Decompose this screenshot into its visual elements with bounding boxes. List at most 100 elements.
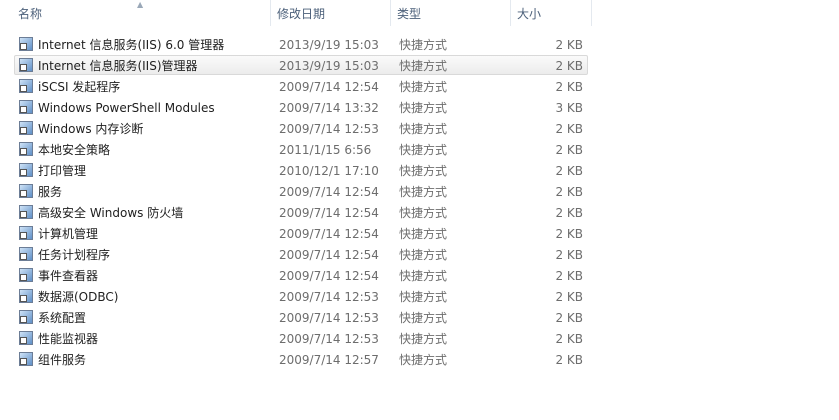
shortcut-icon xyxy=(19,331,33,345)
file-size: 2 KB xyxy=(555,185,583,199)
column-label: 修改日期 xyxy=(277,7,326,21)
file-row[interactable]: 打印管理 2010/12/1 17:10 快捷方式 2 KB xyxy=(14,160,588,180)
file-type: 快捷方式 xyxy=(399,101,448,115)
shortcut-icon xyxy=(19,352,33,366)
column-header-size[interactable]: 大小 xyxy=(511,0,592,26)
modified-date: 2009/7/14 13:32 xyxy=(279,101,379,115)
file-row[interactable]: Windows PowerShell Modules 2009/7/14 13:… xyxy=(14,97,588,117)
file-row[interactable]: 本地安全策略 2011/1/15 6:56 快捷方式 2 KB xyxy=(14,139,588,159)
sort-ascending-icon: ▲ xyxy=(137,0,144,9)
file-name: 事件查看器 xyxy=(38,269,99,283)
shortcut-icon xyxy=(19,100,33,114)
file-name: Windows PowerShell Modules xyxy=(38,101,215,115)
file-type: 快捷方式 xyxy=(399,206,448,220)
shortcut-icon xyxy=(19,310,33,324)
file-size: 2 KB xyxy=(555,206,583,220)
file-name: 组件服务 xyxy=(38,353,87,367)
modified-date: 2009/7/14 12:57 xyxy=(279,353,379,367)
file-size: 2 KB xyxy=(555,38,583,52)
file-type: 快捷方式 xyxy=(399,59,448,73)
file-size: 2 KB xyxy=(555,143,583,157)
file-name: Windows 内存诊断 xyxy=(38,122,144,136)
modified-date: 2009/7/14 12:53 xyxy=(279,332,379,346)
file-name: 系统配置 xyxy=(38,311,87,325)
file-type: 快捷方式 xyxy=(399,164,448,178)
file-row[interactable]: 事件查看器 2009/7/14 12:54 快捷方式 2 KB xyxy=(14,265,588,285)
shortcut-icon xyxy=(19,184,33,198)
file-type: 快捷方式 xyxy=(399,311,448,325)
file-row[interactable]: 组件服务 2009/7/14 12:57 快捷方式 2 KB xyxy=(14,349,588,369)
shortcut-icon xyxy=(19,205,33,219)
file-type: 快捷方式 xyxy=(399,122,448,136)
shortcut-icon xyxy=(19,163,33,177)
file-name: 打印管理 xyxy=(38,164,87,178)
file-name: 服务 xyxy=(38,185,63,199)
shortcut-icon xyxy=(19,247,33,261)
file-name: 计算机管理 xyxy=(38,227,99,241)
file-row[interactable]: 服务 2009/7/14 12:54 快捷方式 2 KB xyxy=(14,181,588,201)
column-header-date[interactable]: 修改日期 xyxy=(271,0,391,26)
file-size: 2 KB xyxy=(555,227,583,241)
file-size: 2 KB xyxy=(555,269,583,283)
file-size: 3 KB xyxy=(555,101,583,115)
modified-date: 2009/7/14 12:54 xyxy=(279,80,379,94)
file-type: 快捷方式 xyxy=(399,248,448,262)
modified-date: 2009/7/14 12:54 xyxy=(279,185,379,199)
modified-date: 2009/7/14 12:53 xyxy=(279,311,379,325)
file-type: 快捷方式 xyxy=(399,143,448,157)
file-size: 2 KB xyxy=(555,80,583,94)
file-row[interactable]: Internet 信息服务(IIS)管理器 2013/9/19 15:03 快捷… xyxy=(14,55,588,75)
modified-date: 2009/7/14 12:54 xyxy=(279,269,379,283)
file-size: 2 KB xyxy=(555,59,583,73)
file-type: 快捷方式 xyxy=(399,38,448,52)
file-row[interactable]: Internet 信息服务(IIS) 6.0 管理器 2013/9/19 15:… xyxy=(14,34,588,54)
file-size: 2 KB xyxy=(555,164,583,178)
file-type: 快捷方式 xyxy=(399,185,448,199)
file-type: 快捷方式 xyxy=(399,290,448,304)
modified-date: 2011/1/15 6:56 xyxy=(279,143,372,157)
column-header: 名称 ▲ 修改日期 类型 大小 xyxy=(0,0,839,26)
file-size: 2 KB xyxy=(555,332,583,346)
file-type: 快捷方式 xyxy=(399,332,448,346)
file-name: Internet 信息服务(IIS)管理器 xyxy=(38,59,198,73)
column-label: 大小 xyxy=(517,7,542,21)
file-row[interactable]: 数据源(ODBC) 2009/7/14 12:53 快捷方式 2 KB xyxy=(14,286,588,306)
file-row[interactable]: 性能监视器 2009/7/14 12:53 快捷方式 2 KB xyxy=(14,328,588,348)
file-type: 快捷方式 xyxy=(399,227,448,241)
file-row[interactable]: 系统配置 2009/7/14 12:53 快捷方式 2 KB xyxy=(14,307,588,327)
file-size: 2 KB xyxy=(555,248,583,262)
file-type: 快捷方式 xyxy=(399,80,448,94)
file-row[interactable]: 计算机管理 2009/7/14 12:54 快捷方式 2 KB xyxy=(14,223,588,243)
modified-date: 2013/9/19 15:03 xyxy=(279,59,379,73)
file-name: 本地安全策略 xyxy=(38,143,111,157)
file-name: 任务计划程序 xyxy=(38,248,111,262)
file-size: 2 KB xyxy=(555,122,583,136)
shortcut-icon xyxy=(19,268,33,282)
shortcut-icon xyxy=(19,226,33,240)
file-row[interactable]: iSCSI 发起程序 2009/7/14 12:54 快捷方式 2 KB xyxy=(14,76,588,96)
file-name: 数据源(ODBC) xyxy=(38,290,119,304)
column-label: 名称 xyxy=(18,7,43,21)
modified-date: 2009/7/14 12:54 xyxy=(279,248,379,262)
file-row[interactable]: 高级安全 Windows 防火墙 2009/7/14 12:54 快捷方式 2 … xyxy=(14,202,588,222)
file-type: 快捷方式 xyxy=(399,353,448,367)
modified-date: 2009/7/14 12:54 xyxy=(279,227,379,241)
file-name: 性能监视器 xyxy=(38,332,99,346)
shortcut-icon xyxy=(19,37,33,51)
shortcut-icon xyxy=(19,79,33,93)
file-row[interactable]: Windows 内存诊断 2009/7/14 12:53 快捷方式 2 KB xyxy=(14,118,588,138)
column-header-type[interactable]: 类型 xyxy=(391,0,511,26)
file-name: Internet 信息服务(IIS) 6.0 管理器 xyxy=(38,38,225,52)
modified-date: 2013/9/19 15:03 xyxy=(279,38,379,52)
file-size: 2 KB xyxy=(555,290,583,304)
column-label: 类型 xyxy=(397,7,422,21)
shortcut-icon xyxy=(19,142,33,156)
modified-date: 2010/12/1 17:10 xyxy=(279,164,379,178)
modified-date: 2009/7/14 12:54 xyxy=(279,206,379,220)
modified-date: 2009/7/14 12:53 xyxy=(279,122,379,136)
file-name: iSCSI 发起程序 xyxy=(38,80,121,94)
file-size: 2 KB xyxy=(555,353,583,367)
shortcut-icon xyxy=(19,121,33,135)
file-row[interactable]: 任务计划程序 2009/7/14 12:54 快捷方式 2 KB xyxy=(14,244,588,264)
modified-date: 2009/7/14 12:53 xyxy=(279,290,379,304)
